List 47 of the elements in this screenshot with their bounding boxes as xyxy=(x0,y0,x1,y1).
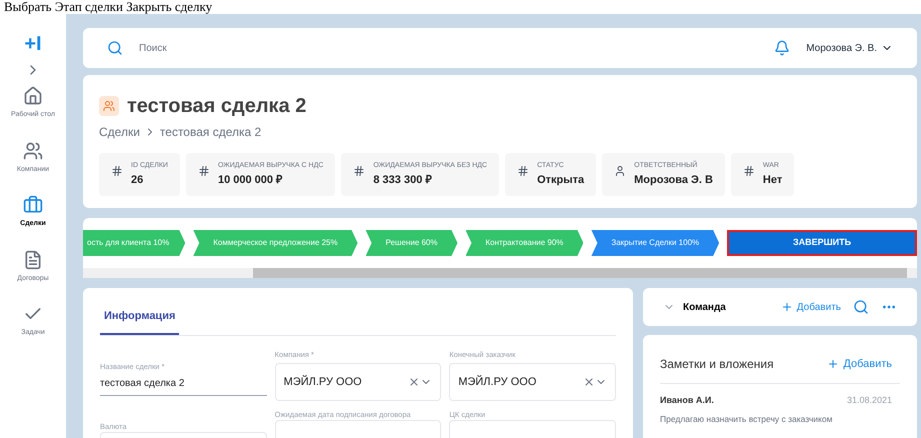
add-button[interactable]: Добавить xyxy=(827,356,892,372)
note-author: Иванов А.И. xyxy=(660,394,715,407)
note-date: 31.08.2021 xyxy=(846,394,892,407)
text-field[interactable] xyxy=(449,420,616,438)
clear-icon[interactable] xyxy=(583,376,595,388)
person-icon xyxy=(614,165,626,177)
people-icon xyxy=(22,140,43,160)
hash-icon xyxy=(517,165,530,177)
plus-icon xyxy=(780,301,793,313)
select-field[interactable]: МЭЙЛ.РУ ООО xyxy=(449,362,616,401)
clear-icon[interactable] xyxy=(408,376,420,388)
briefcase-icon xyxy=(22,195,43,215)
scrollbar[interactable] xyxy=(83,268,917,278)
stat-value: 26 xyxy=(131,172,144,188)
hash-icon xyxy=(353,165,366,177)
stat-value: Открыта xyxy=(537,172,584,188)
notes-title: Заметки и вложения xyxy=(660,356,775,373)
finish-button[interactable]: ЗАВЕРШИТЬ xyxy=(727,230,917,256)
breadcrumb: тестовая сделка 2 xyxy=(160,124,262,141)
deal-title: тестовая сделка 2 xyxy=(127,94,306,119)
search-field[interactable]: Поиск xyxy=(135,34,774,62)
search-icon xyxy=(107,40,123,56)
stat-value: Морозова Э. В xyxy=(634,172,713,188)
stat-value: Нет xyxy=(762,172,782,188)
note-text: Предлагаю назначить встречу с заказчиком xyxy=(660,412,834,426)
hash-icon xyxy=(198,165,210,177)
logo-icon: +I xyxy=(24,34,42,54)
deal-icon xyxy=(99,96,119,116)
stat-value: 10 000 000 ₽ xyxy=(218,172,284,188)
bell-icon[interactable] xyxy=(774,40,790,56)
add-button[interactable]: Добавить xyxy=(780,300,841,314)
document-icon xyxy=(22,250,43,270)
home-icon xyxy=(22,86,43,106)
breadcrumb[interactable]: Сделки xyxy=(99,123,140,141)
select-field[interactable]: МЭЙЛ.РУ ООО xyxy=(274,362,442,401)
user-menu[interactable]: Морозова Э. В. xyxy=(806,40,893,56)
search-bar[interactable]: Поиск xyxy=(83,28,774,68)
search-icon[interactable] xyxy=(853,299,869,315)
text-field[interactable] xyxy=(274,420,442,438)
text-field[interactable]: тестовая сделка 2 xyxy=(100,372,267,396)
plus-icon xyxy=(827,358,840,370)
hash-icon xyxy=(742,165,755,177)
hash-icon xyxy=(111,165,123,177)
tab[interactable]: Информация xyxy=(100,300,180,334)
stage-step[interactable]: Закрытие Сделки 100% xyxy=(591,230,720,256)
stat-value: 8 333 300 ₽ xyxy=(373,172,433,188)
team-title: Команда xyxy=(683,300,727,314)
